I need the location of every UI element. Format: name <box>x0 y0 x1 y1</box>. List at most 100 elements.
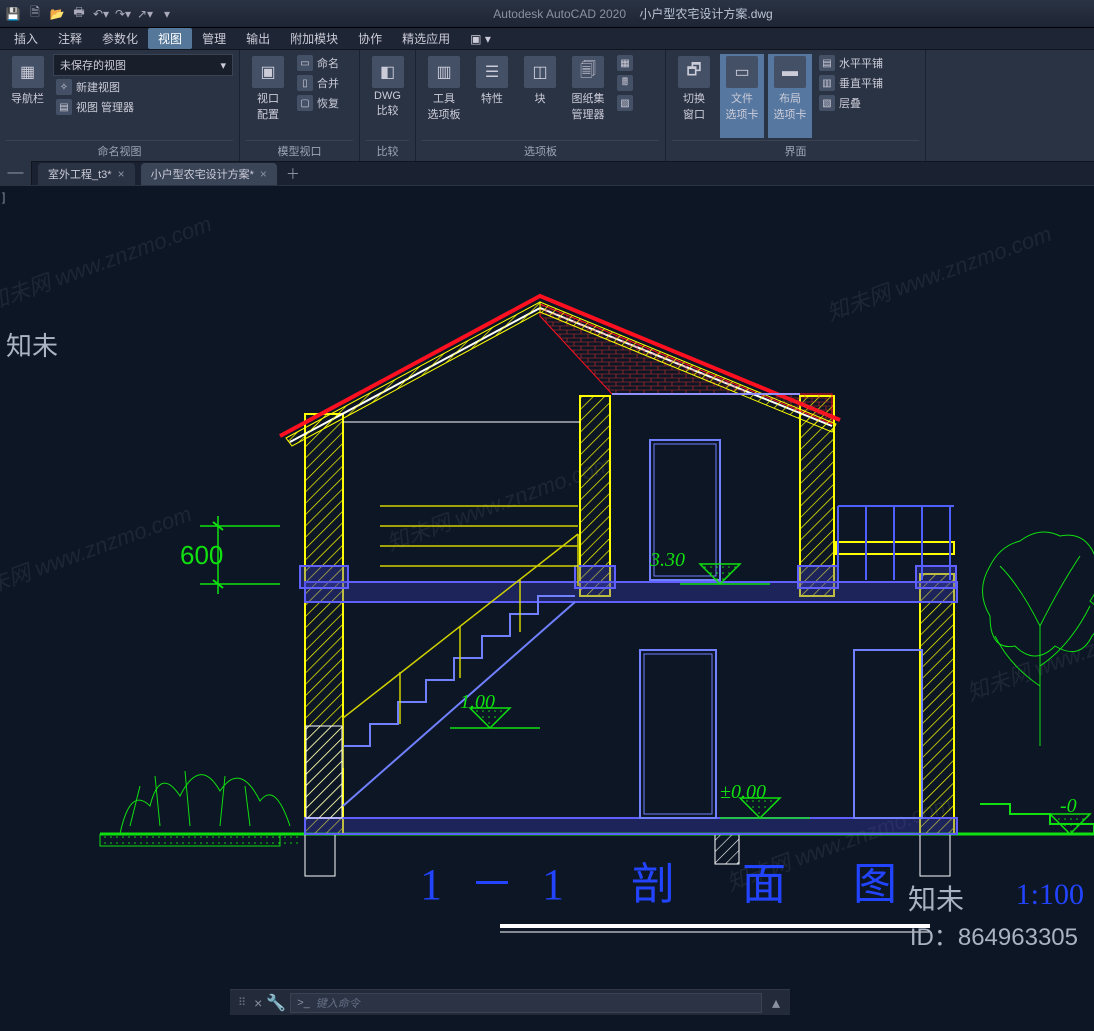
dwg-compare-icon: ◧ <box>372 56 404 88</box>
panel-title: 界面 <box>672 140 919 161</box>
properties-icon: ☰ <box>476 56 508 88</box>
redo-icon[interactable]: ↷▾ <box>114 5 132 23</box>
menu-bar: 插入 注释 参数化 视图 管理 输出 附加模块 协作 精选应用 ▣ ▾ <box>0 28 1094 50</box>
quick-access-toolbar: 💾 🗎 📂 🖶 ↶▾ ↷▾ ↗▾ ▾ <box>4 5 176 23</box>
menu-parametric[interactable]: 参数化 <box>92 28 148 49</box>
blocks-icon: ◫ <box>524 56 556 88</box>
panel-palettes: ▥工具 选项板 ☰特性 ◫块 🗐图纸集 管理器 ▦ 🖩 ▧ 选项板 <box>416 50 666 161</box>
wrench-icon[interactable]: 🔧 <box>266 993 286 1013</box>
dwg-compare-button[interactable]: ◧ DWG 比较 <box>366 54 409 138</box>
chevron-down-icon: ▾ <box>220 59 226 72</box>
named-vp-button[interactable]: ▭命名 <box>294 54 342 72</box>
cascade-icon: ▧ <box>819 95 835 111</box>
blocks-button[interactable]: ◫块 <box>518 54 562 138</box>
share-icon[interactable]: ↗▾ <box>136 5 154 23</box>
tool-palette-button[interactable]: ▥工具 选项板 <box>422 54 466 138</box>
saved-views-text: 未保存的视图 <box>60 57 126 73</box>
doc-tab-1[interactable]: 小户型农宅设计方案* × <box>141 163 277 185</box>
menu-overflow[interactable]: ▣ ▾ <box>460 30 501 48</box>
palette-misc-3[interactable]: ▧ <box>614 94 636 112</box>
command-input[interactable]: >_ 键入命令 <box>290 993 762 1013</box>
zhimo-logo: 知未 <box>908 878 964 918</box>
command-hint: 键入命令 <box>316 995 360 1011</box>
menu-view[interactable]: 视图 <box>148 28 192 49</box>
tile-horizontal-button[interactable]: ▤水平平铺 <box>816 54 886 72</box>
doc-tab-0[interactable]: 室外工程_t3* × <box>38 163 135 185</box>
saveas-icon[interactable]: 🗎 <box>26 5 44 23</box>
new-view-button[interactable]: ✧新建视图 <box>53 78 123 96</box>
navbar-icon: ▦ <box>12 56 44 88</box>
dimension-600: 600 <box>180 540 223 570</box>
undo-icon[interactable]: ↶▾ <box>92 5 110 23</box>
restore-vp-button[interactable]: ▢恢复 <box>294 94 342 112</box>
viewport-config-label: 视口 配置 <box>257 90 279 122</box>
misc-icon: 🖩 <box>617 75 633 91</box>
add-tab-button[interactable]: ＋ <box>281 163 305 185</box>
tool-palette-icon: ▥ <box>428 56 460 88</box>
misc-icon: ▧ <box>617 95 633 111</box>
viewport-config-icon: ▣ <box>252 56 284 88</box>
navbar-button[interactable]: ▦ 导航栏 <box>6 54 49 138</box>
menu-annotate[interactable]: 注释 <box>48 28 92 49</box>
panel-model-viewports: ▣ 视口 配置 ▭命名 ▯合并 ▢恢复 模型视口 <box>240 50 360 161</box>
panel-compare: ◧ DWG 比较 比较 <box>360 50 416 161</box>
print-icon[interactable]: 🖶 <box>70 5 88 23</box>
saved-views-dropdown[interactable]: 未保存的视图 ▾ <box>53 54 233 76</box>
menu-output[interactable]: 输出 <box>236 28 280 49</box>
panel-title: 命名视图 <box>6 140 233 161</box>
drawing-scale: 1:100 <box>1016 878 1084 912</box>
title-bar: 💾 🗎 📂 🖶 ↶▾ ↷▾ ↗▾ ▾ Autodesk AutoCAD 2020… <box>0 0 1094 28</box>
start-tab[interactable]: — <box>0 161 32 185</box>
menu-addins[interactable]: 附加模块 <box>280 28 348 49</box>
tile-vertical-button[interactable]: ▥垂直平铺 <box>816 74 886 92</box>
qat-overflow-icon[interactable]: ▾ <box>158 5 176 23</box>
tile-h-icon: ▤ <box>819 55 835 71</box>
app-name: Autodesk AutoCAD 2020 <box>493 7 626 21</box>
panel-title: 选项板 <box>422 140 659 161</box>
properties-button[interactable]: ☰特性 <box>470 54 514 138</box>
view-manager-button[interactable]: ▤视图 管理器 <box>53 98 137 116</box>
drag-handle-icon[interactable]: ⠿ <box>234 996 250 1009</box>
new-view-icon: ✧ <box>56 79 72 95</box>
viewport-config-button[interactable]: ▣ 视口 配置 <box>246 54 290 138</box>
merge-vp-button[interactable]: ▯合并 <box>294 74 342 92</box>
close-icon[interactable]: × <box>260 167 267 181</box>
panel-named-views: ▦ 导航栏 未保存的视图 ▾ ✧新建视图 ▤视图 管理器 命名视图 <box>0 50 240 161</box>
sheetset-button[interactable]: 🗐图纸集 管理器 <box>566 54 610 138</box>
sheetset-icon: 🗐 <box>572 56 604 88</box>
close-icon[interactable]: × <box>118 167 125 181</box>
panel-interface: 🗗切换 窗口 ▭文件 选项卡 ▬布局 选项卡 ▤水平平铺 ▥垂直平铺 ▧层叠 界… <box>666 50 926 161</box>
open-icon[interactable]: 📂 <box>48 5 66 23</box>
chevron-up-icon[interactable]: ▴ <box>766 993 786 1013</box>
named-vp-icon: ▭ <box>297 55 313 71</box>
restore-vp-icon: ▢ <box>297 95 313 111</box>
palette-misc-2[interactable]: 🖩 <box>614 74 636 92</box>
ribbon: ▦ 导航栏 未保存的视图 ▾ ✧新建视图 ▤视图 管理器 命名视图 ▣ 视口 配… <box>0 50 1094 162</box>
elevation-neg: -0 <box>1060 795 1077 817</box>
palette-misc-1[interactable]: ▦ <box>614 54 636 72</box>
drawing-title: 1－1 剖 面 图 <box>420 848 925 912</box>
switch-window-button[interactable]: 🗗切换 窗口 <box>672 54 716 138</box>
elevation-000: ±0.00 <box>720 781 766 803</box>
document-tabs: — 室外工程_t3* × 小户型农宅设计方案* × ＋ <box>0 162 1094 186</box>
close-icon[interactable]: × <box>254 995 262 1011</box>
menu-collaborate[interactable]: 协作 <box>348 28 392 49</box>
file-tabs-button[interactable]: ▭文件 选项卡 <box>720 54 764 138</box>
minus-icon: — <box>8 164 24 182</box>
view-manager-icon: ▤ <box>56 99 72 115</box>
menu-insert[interactable]: 插入 <box>4 28 48 49</box>
layout-tabs-icon: ▬ <box>774 56 806 88</box>
menu-featured[interactable]: 精选应用 <box>392 28 460 49</box>
layout-tabs-button[interactable]: ▬布局 选项卡 <box>768 54 812 138</box>
menu-manage[interactable]: 管理 <box>192 28 236 49</box>
section-drawing: 3.30 1.00 ±0.00 -0 600 <box>0 186 1094 956</box>
drawing-canvas[interactable]: ] 知未网 www.znzmo.com 知未网 www.znzmo.com 知未… <box>0 186 1094 956</box>
elevation-330: 3.30 <box>649 549 685 571</box>
plus-icon: ＋ <box>286 164 300 184</box>
save-icon[interactable]: 💾 <box>4 5 22 23</box>
tile-v-icon: ▥ <box>819 75 835 91</box>
cascade-button[interactable]: ▧层叠 <box>816 94 864 112</box>
dwg-compare-label: DWG 比较 <box>374 90 401 118</box>
navbar-label: 导航栏 <box>11 90 44 106</box>
command-bar: ⠿ × 🔧 >_ 键入命令 ▴ <box>230 989 790 1015</box>
